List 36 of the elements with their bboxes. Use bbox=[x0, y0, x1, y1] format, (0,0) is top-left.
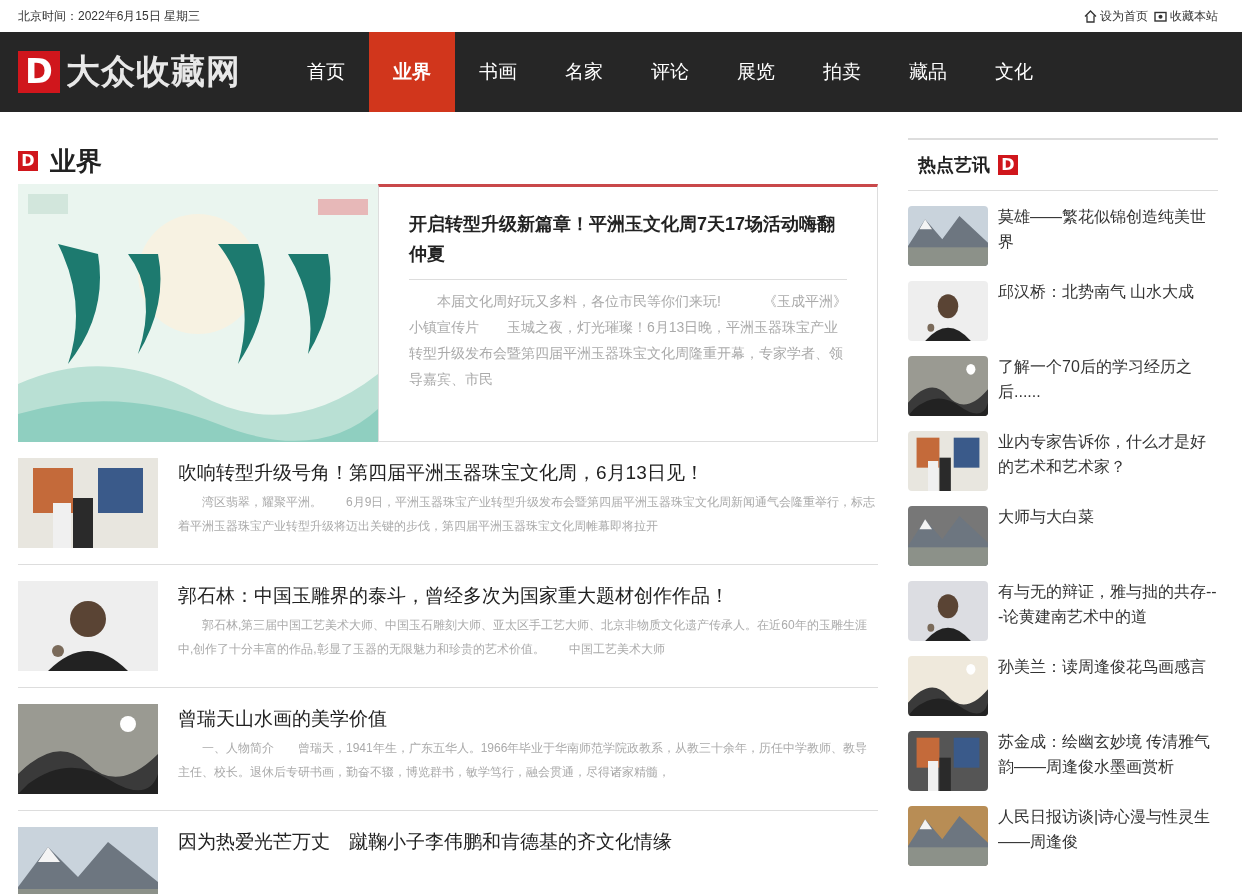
top-link[interactable]: 设为首页 bbox=[1084, 7, 1148, 25]
sidebar-link[interactable]: 了解一个70后的学习经历之后...... bbox=[998, 354, 1218, 416]
sidebar-link[interactable]: 大师与大白菜 bbox=[998, 504, 1094, 566]
nav-tab[interactable]: 展览 bbox=[713, 32, 799, 112]
sidebar-title: 热点艺讯 bbox=[918, 154, 990, 177]
nav-tab[interactable]: 名家 bbox=[541, 32, 627, 112]
article-summary: 湾区翡翠，耀聚平洲。 6月9日，平洲玉器珠宝产业转型升级发布会暨第四届平洲玉器珠宝文化周新闻通气会隆重举行，标志着平洲玉器珠宝产业转型升级将迈出关键的步伐，第四届平洲玉器珠宝文化周帷幕即将拉开 bbox=[178, 494, 877, 535]
site-logo[interactable]: 大众收藏网 bbox=[66, 49, 241, 95]
sidebar-link[interactable]: 孙美兰：读周逢俊花鸟画感言 bbox=[998, 654, 1206, 716]
nav-tab[interactable]: 拍卖 bbox=[799, 32, 885, 112]
sidebar-link[interactable]: 苏金成：绘幽玄妙境 传清雅气韵——周逢俊水墨画赏析 bbox=[998, 729, 1218, 791]
article-summary: 一、人物简介 曾瑞天，1941年生，广东五华人。1966年毕业于华南师范学院政教系，从教三十余年，历任中学教师、教导主任、校长。退休后专研书画，勤奋不辍，博览群书，敏学笃行，融会贯通，尽得诸家精髓， bbox=[178, 740, 869, 781]
article-title[interactable]: 郭石林：中国玉雕界的泰斗，曾经多次为国家重大题材创作作品！ bbox=[178, 581, 878, 611]
article-title[interactable]: 曾瑞天山水画的美学价值 bbox=[178, 704, 878, 734]
featured-title[interactable]: 开启转型升级新篇章！平洲玉文化周7天17场活动嗨翻仲夏 bbox=[409, 209, 847, 280]
date-text: 北京时间：2022年6月15日 星期三 bbox=[18, 7, 201, 25]
top-link[interactable]: 收藏本站 bbox=[1154, 7, 1218, 25]
nav-tab[interactable]: 评论 bbox=[627, 32, 713, 112]
featured-summary: 本届文化周好玩又多料，各位市民等你们来玩! 《玉成平洲》小镇宣传片 玉城之夜，灯光璀璨！6月13日晚，平洲玉器珠宝产业转型升级发布会暨第四届平洲玉器珠宝文化周隆重开幕，专家学者、领导嘉宾、市民 bbox=[409, 292, 847, 389]
sidebar-link[interactable]: 人民日报访谈|诗心漫与性灵生——周逢俊 bbox=[998, 804, 1218, 866]
article-title[interactable]: 吹响转型升级号角！第四届平洲玉器珠宝文化周，6月13日见！ bbox=[178, 458, 878, 488]
nav-tab[interactable]: 文化 bbox=[971, 32, 1057, 112]
nav-tab[interactable]: 藏品 bbox=[885, 32, 971, 112]
article-title[interactable]: 因为热爱光芒万丈 蹴鞠小子李伟鹏和肯德基的齐文化情缘 bbox=[178, 827, 878, 857]
sidebar-link[interactable]: 邱汉桥：北势南气 山水大成 bbox=[998, 279, 1195, 341]
nav-tab[interactable]: 业界 bbox=[369, 32, 455, 112]
section-mark: D bbox=[18, 151, 38, 171]
sidebar-link[interactable]: 业内专家告诉你，什么才是好的艺术和艺术家？ bbox=[998, 429, 1218, 491]
sidebar-mark: D bbox=[998, 155, 1018, 175]
sidebar-link[interactable]: 莫雄——繁花似锦创造纯美世界 bbox=[998, 204, 1218, 266]
section-title: 业界 bbox=[50, 144, 102, 178]
sidebar-link[interactable]: 有与无的辩证，雅与拙的共存---论黄建南艺术中的道 bbox=[998, 579, 1218, 641]
nav-tab[interactable]: 首页 bbox=[283, 32, 369, 112]
logo-mark[interactable]: D bbox=[18, 51, 60, 93]
article-summary: 郭石林,第三届中国工艺美术大师、中国玉石雕刻大师、亚太区手工艺大师、北京非物质文化遗产传承人。在近60年的玉雕生涯中,创作了十分丰富的作品,彰显了玉器的无限魅力和珍贵的艺术价值。 中国工艺美术大师 bbox=[178, 617, 868, 658]
nav-tab[interactable]: 书画 bbox=[455, 32, 541, 112]
